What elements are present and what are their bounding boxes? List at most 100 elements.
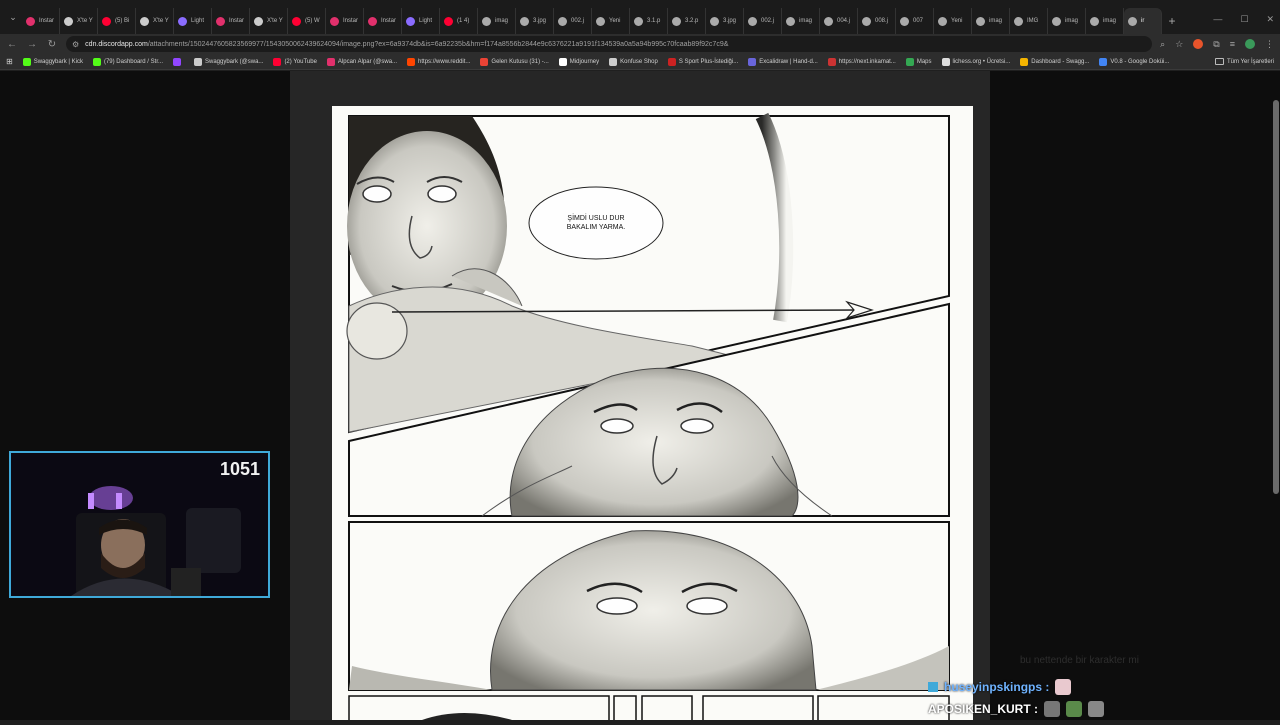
minimize-icon[interactable]: — <box>1213 14 1222 25</box>
tab-label: 3.2.p <box>685 18 699 24</box>
browser-tab[interactable]: IMG <box>1010 8 1048 34</box>
bookmark-item[interactable]: Swaggybark | Kick <box>22 57 83 66</box>
tab-label: X'te Y <box>153 18 169 24</box>
bookmark-item[interactable]: V0.8 - Google Doküi... <box>1099 57 1169 66</box>
bookmark-item[interactable]: S Sport Plus-İstediği... <box>667 57 738 66</box>
site-info-icon[interactable]: ⚙ <box>72 40 79 49</box>
bookmark-star-icon[interactable]: ☆ <box>1175 39 1183 50</box>
apps-grid-icon[interactable]: ⊞ <box>6 57 13 66</box>
bookmark-item[interactable]: Gelen Kutusu (31) -... <box>480 57 549 66</box>
tab-search-chevron-icon[interactable]: ⌄ <box>4 6 22 28</box>
browser-tab[interactable]: imag <box>782 8 820 34</box>
tab-favicon-icon <box>1128 16 1137 26</box>
browser-tab[interactable]: Light <box>174 8 212 34</box>
bookmark-item[interactable] <box>172 57 184 66</box>
tab-favicon-icon <box>596 16 605 26</box>
window-controls: — ☐ ✕ <box>1213 14 1274 25</box>
tab-label: Light <box>191 18 205 24</box>
bookmark-favicon-icon <box>1020 57 1029 66</box>
browser-tab[interactable]: 3.1.p <box>630 8 668 34</box>
bookmark-favicon-icon <box>22 57 31 66</box>
tab-label: imag <box>1065 18 1079 24</box>
browser-tab[interactable]: (5) Bi <box>98 8 136 34</box>
tab-label: Yeni <box>609 18 621 24</box>
bookmark-item[interactable]: https://next.inkamat... <box>827 57 896 66</box>
browser-tab[interactable]: Instar <box>326 8 364 34</box>
new-tab-button[interactable]: + <box>1162 8 1182 34</box>
tab-label: imag <box>989 18 1003 24</box>
extensions-puzzle-icon[interactable]: ⧉ <box>1213 39 1219 50</box>
browser-tab[interactable]: Yeni <box>592 8 630 34</box>
browser-tab[interactable]: Yeni <box>934 8 972 34</box>
tab-favicon-icon <box>444 16 453 26</box>
menu-dots-icon[interactable]: ⋮ <box>1265 39 1274 50</box>
browser-tab[interactable]: imag <box>1048 8 1086 34</box>
browser-tab[interactable]: Light <box>402 8 440 34</box>
bookmark-favicon-icon <box>827 57 836 66</box>
tab-label: imag <box>495 18 509 24</box>
bookmark-item[interactable]: (2) YouTube <box>273 57 317 66</box>
bookmark-favicon-icon <box>941 57 950 66</box>
tab-favicon-icon <box>1090 16 1099 26</box>
chat-faded-message: bu nettende bir karakter mi <box>1020 655 1139 666</box>
tab-label: ir <box>1141 18 1145 24</box>
bookmark-item[interactable]: https://www.reddit... <box>407 57 470 66</box>
browser-tab[interactable]: 3.2.p <box>668 8 706 34</box>
forward-icon[interactable]: → <box>26 37 38 51</box>
bookmark-item[interactable]: (79) Dashboard / Str... <box>92 57 163 66</box>
bookmark-item[interactable]: Konfuse Shop <box>609 57 658 66</box>
scrollbar-thumb[interactable] <box>1273 100 1279 494</box>
profile-avatar[interactable] <box>1245 39 1255 49</box>
tab-label: 004.j <box>837 18 851 24</box>
bookmark-label: Swaggybark | Kick <box>33 58 83 65</box>
tab-favicon-icon <box>672 16 681 26</box>
bookmark-label: Maps <box>916 58 932 65</box>
bookmark-item[interactable]: Excalidraw | Hand-d... <box>748 57 818 66</box>
browser-tab[interactable]: Instar <box>212 8 250 34</box>
bookmark-label: https://next.inkamat... <box>838 58 896 65</box>
browser-tab[interactable]: ir <box>1124 8 1162 34</box>
bookmark-item[interactable]: Midjourney <box>558 57 599 66</box>
all-bookmarks[interactable]: Tüm Yer İşaretleri <box>1214 58 1274 65</box>
zoom-icon[interactable]: ⌕ <box>1160 39 1165 50</box>
maximize-icon[interactable]: ☐ <box>1240 14 1248 25</box>
chat-message: APOSIKEN_KURT : <box>928 698 1105 720</box>
tab-label: 3.jpg <box>533 18 547 24</box>
browser-tab[interactable]: 007 <box>896 8 934 34</box>
browser-tab[interactable]: X'te Y <box>60 8 98 34</box>
browser-tab[interactable]: Instar <box>22 8 60 34</box>
browser-tab[interactable]: 3.jpg <box>516 8 554 34</box>
back-icon[interactable]: ← <box>6 37 18 51</box>
browser-tab[interactable]: (1 4) <box>440 8 478 34</box>
bookmark-list: Swaggybark | Kick (79) Dashboard / Str...… <box>22 57 1169 66</box>
close-window-icon[interactable]: ✕ <box>1266 14 1274 25</box>
bookmark-item[interactable]: Swaggybark (@swa... <box>193 57 263 66</box>
bookmark-item[interactable]: Dashboard - Swagg... <box>1020 57 1089 66</box>
bookmark-item[interactable]: Maps <box>905 57 932 66</box>
tab-label: (5) W <box>305 18 320 24</box>
browser-tab[interactable]: 002.j <box>744 8 782 34</box>
browser-tab[interactable]: (5) W <box>288 8 326 34</box>
browser-tab[interactable]: imag <box>478 8 516 34</box>
bookmark-item[interactable]: Alpcan Alpar (@swa... <box>326 57 397 66</box>
reload-icon[interactable]: ↻ <box>46 37 58 51</box>
browser-tab[interactable]: 002.j <box>554 8 592 34</box>
bookmark-item[interactable]: lichess.org • Ücretsi... <box>941 57 1010 66</box>
speech-bubble-line-1: ŞİMDİ USLU DUR <box>567 213 624 222</box>
address-bar[interactable]: ⚙ cdn.discordapp.com/attachments/1502447… <box>66 36 1153 52</box>
tab-favicon-icon <box>102 16 111 26</box>
browser-tab[interactable]: 004.j <box>820 8 858 34</box>
browser-tab[interactable]: imag <box>1086 8 1124 34</box>
browser-tab[interactable]: 008.j <box>858 8 896 34</box>
extension-icon[interactable] <box>1193 39 1204 49</box>
browser-tab[interactable]: 3.jpg <box>706 8 744 34</box>
browser-tab[interactable]: X'te Y <box>136 8 174 34</box>
media-icon[interactable]: ≡ <box>1230 39 1235 49</box>
tab-strip: ⌄ Instar X'te Y (5) Bi X'te Y Light Instar X't… <box>0 0 1280 34</box>
browser-tab[interactable]: imag <box>972 8 1010 34</box>
browser-tab[interactable]: X'te Y <box>250 8 288 34</box>
bookmark-label: Konfuse Shop <box>620 58 658 65</box>
tab-favicon-icon <box>1014 16 1023 26</box>
browser-tab[interactable]: Instar <box>364 8 402 34</box>
tab-favicon-icon <box>710 16 719 26</box>
